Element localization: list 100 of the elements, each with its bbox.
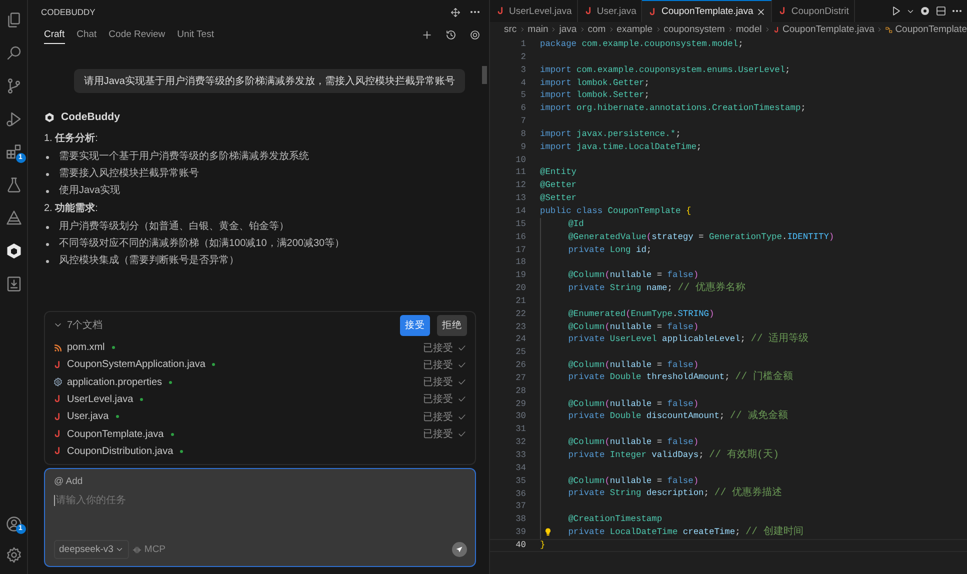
tab[interactable]: Chat: [76, 26, 97, 44]
code-line: import java.time.LocalDateTime;: [540, 140, 702, 154]
file-status: 已接受: [423, 376, 453, 390]
code-line: import org.hibernate.annotations.CreationTimestamp;: [540, 102, 806, 116]
reject-button[interactable]: 拒绝: [437, 314, 467, 336]
add-context-link[interactable]: @ Add: [54, 476, 467, 487]
changes-title: 7个文档: [67, 318, 103, 332]
code-line: import lombok.Setter;: [540, 89, 650, 102]
line-number: 39: [514, 526, 526, 539]
line-number: 2: [520, 50, 526, 64]
file-name[interactable]: CouponDistribution.java: [67, 446, 174, 457]
tab[interactable]: Code Review: [108, 26, 166, 44]
breadcrumb-item[interactable]: example: [616, 24, 653, 35]
line-number: 7: [520, 115, 526, 128]
code-line: private Long id;: [568, 244, 652, 256]
file-status: 已接受: [423, 410, 453, 424]
breadcrumb-item[interactable]: com: [588, 24, 606, 35]
file-name[interactable]: User.java: [67, 411, 109, 422]
line-number: 16: [514, 230, 526, 244]
file-name[interactable]: CouponTemplate.java: [67, 428, 164, 440]
line-number: 27: [514, 372, 526, 385]
breadcrumb-item[interactable]: model: [736, 24, 762, 35]
code-line: private Integer validDays; // 有效期(天): [568, 448, 780, 462]
line-number: 28: [514, 384, 526, 398]
code-line: @GeneratedValue(strategy = GenerationType.IDENTITY): [568, 230, 834, 244]
code-line: private LocalDateTime createTime; // 创建时间: [568, 526, 804, 540]
code-line: private Double discountAmount; // 减免金额: [568, 410, 788, 424]
line-number: 35: [514, 474, 526, 488]
line-number: 32: [514, 436, 526, 449]
panel-title: CODEBUDDY: [41, 7, 96, 17]
code-line: @Column(nullable = false): [568, 320, 699, 334]
line-number: 26: [514, 359, 526, 372]
code-line: @Setter: [540, 192, 576, 205]
breadcrumb-item[interactable]: java: [559, 24, 577, 35]
line-number: 13: [514, 192, 526, 205]
line-number: 33: [514, 449, 526, 462]
list-item: 不同等级对应不同的满减券阶梯（如满100减10，满200减30等）: [59, 236, 345, 251]
code-line: import javax.persistence.*;: [540, 128, 681, 141]
line-number: 15: [514, 218, 526, 231]
file-status: 已接受: [423, 392, 453, 406]
line-number: 9: [520, 140, 526, 154]
editor-tab[interactable]: CouponTemplate.java: [642, 0, 772, 22]
line-number: 21: [514, 294, 526, 308]
model-dropdown[interactable]: deepseek-v3: [54, 540, 130, 559]
code-line: private Double thresholdAmount; // 门槛金额: [568, 371, 794, 386]
line-number: 22: [514, 308, 526, 321]
line-number: 6: [520, 102, 526, 116]
breadcrumb-item[interactable]: CouponTemplate: [895, 24, 967, 35]
user-message: 请用Java实现基于用户消费等级的多阶梯满减券发放，需接入风控模块拦截异常账号: [74, 69, 465, 93]
line-number: 11: [514, 166, 526, 180]
line-number: 8: [520, 128, 526, 141]
code-line: @Column(nullable = false): [568, 359, 699, 372]
section-heading: 1. 任务分析:: [44, 132, 99, 146]
list-item: 需要实现一个基于用户消费等级的多阶梯满减券发放系统: [59, 150, 309, 164]
file-name[interactable]: pom.xml: [67, 342, 105, 354]
tab[interactable]: Craft: [44, 26, 65, 44]
file-status: 已接受: [423, 358, 453, 372]
code-line: @Id: [568, 218, 584, 231]
breadcrumb-item[interactable]: main: [528, 24, 548, 35]
line-number: 12: [514, 179, 526, 192]
breadcrumb-item[interactable]: CouponTemplate.java: [782, 24, 874, 35]
file-name[interactable]: application.properties: [67, 376, 162, 388]
list-item: 使用Java实现: [59, 184, 120, 198]
line-number: 37: [514, 500, 526, 514]
code-line: @Column(nullable = false): [568, 269, 699, 282]
file-name[interactable]: CouponSystemApplication.java: [67, 359, 206, 370]
accept-button[interactable]: 接受: [400, 314, 430, 336]
code-line: @Column(nullable = false): [568, 398, 699, 410]
line-number: 30: [514, 410, 526, 424]
line-number: 19: [514, 269, 526, 282]
code-line: @Getter: [540, 179, 576, 192]
code-line: import lombok.Getter;: [540, 76, 650, 90]
file-status: 已接受: [423, 428, 453, 442]
code-line: package com.example.couponsystem.model;: [540, 38, 744, 51]
code-line: public class CouponTemplate {: [540, 204, 692, 218]
breadcrumb-item[interactable]: couponsystem: [664, 24, 725, 35]
code-line: }: [540, 538, 546, 552]
line-number: 17: [514, 244, 526, 256]
line-number: 24: [514, 333, 526, 346]
line-number: 34: [514, 462, 526, 475]
code-line: @CreationTimestamp: [568, 513, 662, 526]
code-line: private String name; // 优惠券名称: [568, 282, 746, 296]
tab[interactable]: Unit Test: [177, 26, 214, 44]
line-number: 18: [514, 256, 526, 270]
assistant-name: CodeBuddy: [61, 111, 120, 123]
breadcrumb-item[interactable]: src: [504, 24, 517, 35]
file-status: 已接受: [423, 342, 453, 355]
file-name[interactable]: UserLevel.java: [67, 394, 134, 405]
code-line: @Enumerated(EnumType.STRING): [568, 308, 714, 321]
line-number: 14: [514, 204, 526, 218]
code-line: @Column(nullable = false): [568, 436, 699, 449]
code-line: private UserLevel applicableLevel; // 适用等级: [568, 332, 809, 347]
line-number: 20: [514, 282, 526, 295]
code-line: @Entity: [540, 166, 576, 180]
line-number: 29: [514, 398, 526, 410]
line-number: 31: [514, 423, 526, 436]
line-number: 38: [514, 513, 526, 526]
line-number: 1: [520, 38, 526, 51]
line-number: 25: [514, 346, 526, 360]
chat-input[interactable]: @ Add 请输入你的任务 deepseek-v3 MCP: [44, 468, 476, 567]
